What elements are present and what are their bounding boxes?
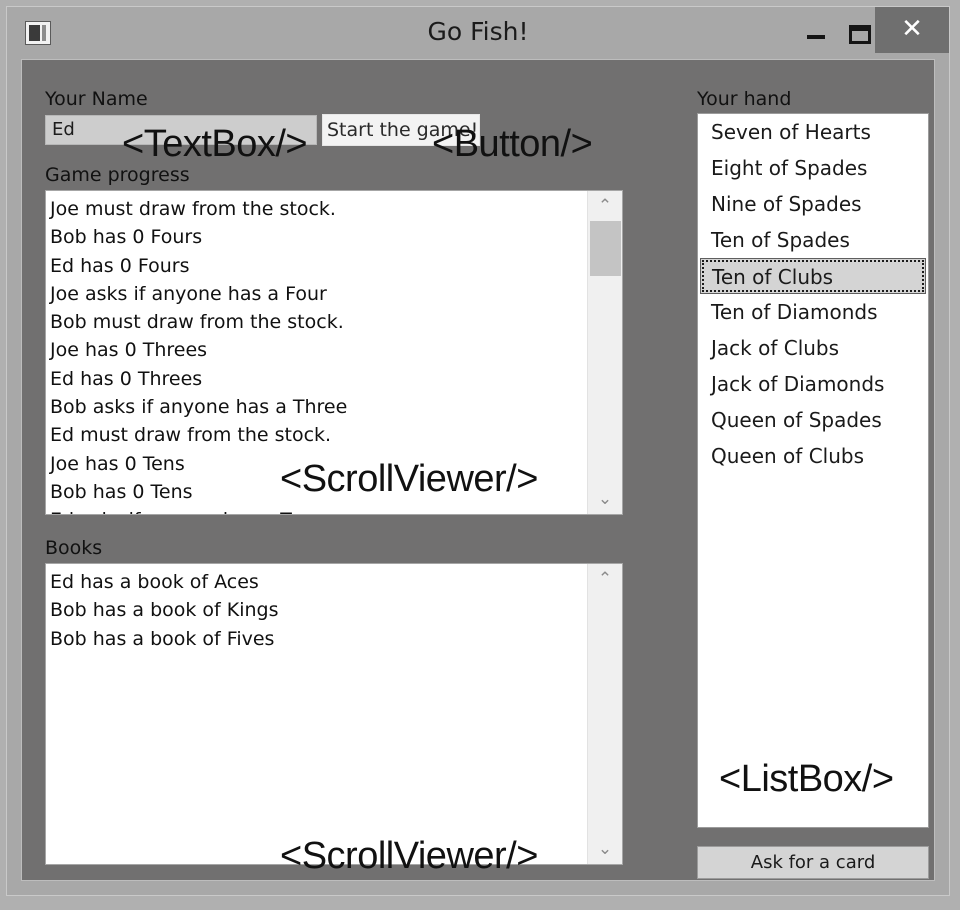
your-hand-label: Your hand: [697, 88, 792, 110]
list-item: Ed must draw from the stock.: [50, 424, 332, 447]
list-item: Ed has 0 Fours: [50, 254, 190, 277]
books-list: Ed has a book of Aces Bob has a book of …: [46, 564, 586, 864]
list-item[interactable]: Jack of Diamonds: [698, 366, 928, 402]
client-area: Your Name Ed Start the game! <TextBox/> …: [21, 59, 935, 881]
books-scrollbar[interactable]: ⌃ ⌄: [587, 564, 622, 864]
annotation-scrollviewer-books: <ScrollViewer/>: [280, 835, 538, 877]
list-item: Bob asks if anyone has a Three: [50, 396, 348, 419]
list-item: Bob has 0 Fours: [50, 226, 203, 249]
ask-for-card-button[interactable]: Ask for a card: [697, 846, 929, 879]
list-item[interactable]: Ten of Spades: [698, 222, 928, 258]
list-item[interactable]: Seven of Hearts: [698, 114, 928, 150]
list-item: Ed has 0 Threes: [50, 367, 203, 390]
scroll-down-icon[interactable]: ⌄: [588, 486, 622, 512]
books-label: Books: [45, 537, 103, 559]
list-item: Ed asks if anyone has a Ten: [50, 506, 586, 514]
books-scrollviewer[interactable]: Ed has a book of Aces Bob has a book of …: [45, 563, 623, 865]
hand-listbox[interactable]: Seven of Hearts Eight of Spades Nine of …: [697, 113, 929, 828]
list-item: Joe asks if anyone has a Four: [50, 282, 327, 305]
minimize-icon[interactable]: [807, 27, 827, 41]
list-item: Bob has a book of Kings: [50, 599, 279, 622]
scroll-down-icon[interactable]: ⌄: [588, 836, 622, 862]
list-item[interactable]: Queen of Clubs: [698, 438, 928, 474]
list-item: Joe has 0 Threes: [50, 339, 208, 362]
list-item[interactable]: Jack of Clubs: [698, 330, 928, 366]
list-item: Bob has a book of Fives: [50, 627, 275, 650]
list-item: Joe must draw from the stock.: [50, 198, 336, 220]
list-item[interactable]: Nine of Spades: [698, 186, 928, 222]
title-bar: Go Fish! ✕: [7, 7, 949, 59]
your-name-label: Your Name: [45, 88, 148, 110]
list-item[interactable]: Queen of Spades: [698, 402, 928, 438]
game-progress-scrollbar[interactable]: ⌃ ⌄: [587, 191, 622, 514]
annotation-textbox: <TextBox/>: [122, 123, 308, 165]
scroll-up-icon[interactable]: ⌃: [588, 566, 622, 592]
close-button[interactable]: ✕: [875, 7, 949, 53]
maximize-icon[interactable]: [849, 25, 871, 44]
list-item[interactable]: Eight of Spades: [698, 150, 928, 186]
close-icon: ✕: [901, 14, 923, 44]
list-item: Ed has a book of Aces: [50, 571, 259, 593]
scroll-up-icon[interactable]: ⌃: [588, 193, 622, 219]
list-item-selected[interactable]: Ten of Clubs: [700, 258, 926, 294]
scrollbar-thumb[interactable]: [590, 221, 621, 276]
list-item: Bob must draw from the stock.: [50, 311, 344, 334]
list-item[interactable]: Ten of Diamonds: [698, 294, 928, 330]
annotation-listbox: <ListBox/>: [719, 758, 894, 800]
application-window: Go Fish! ✕ Your Name Ed Start the game! …: [6, 6, 950, 896]
annotation-scrollviewer-progress: <ScrollViewer/>: [280, 458, 538, 500]
game-progress-label: Game progress: [45, 164, 190, 186]
annotation-button: <Button/>: [432, 123, 593, 165]
